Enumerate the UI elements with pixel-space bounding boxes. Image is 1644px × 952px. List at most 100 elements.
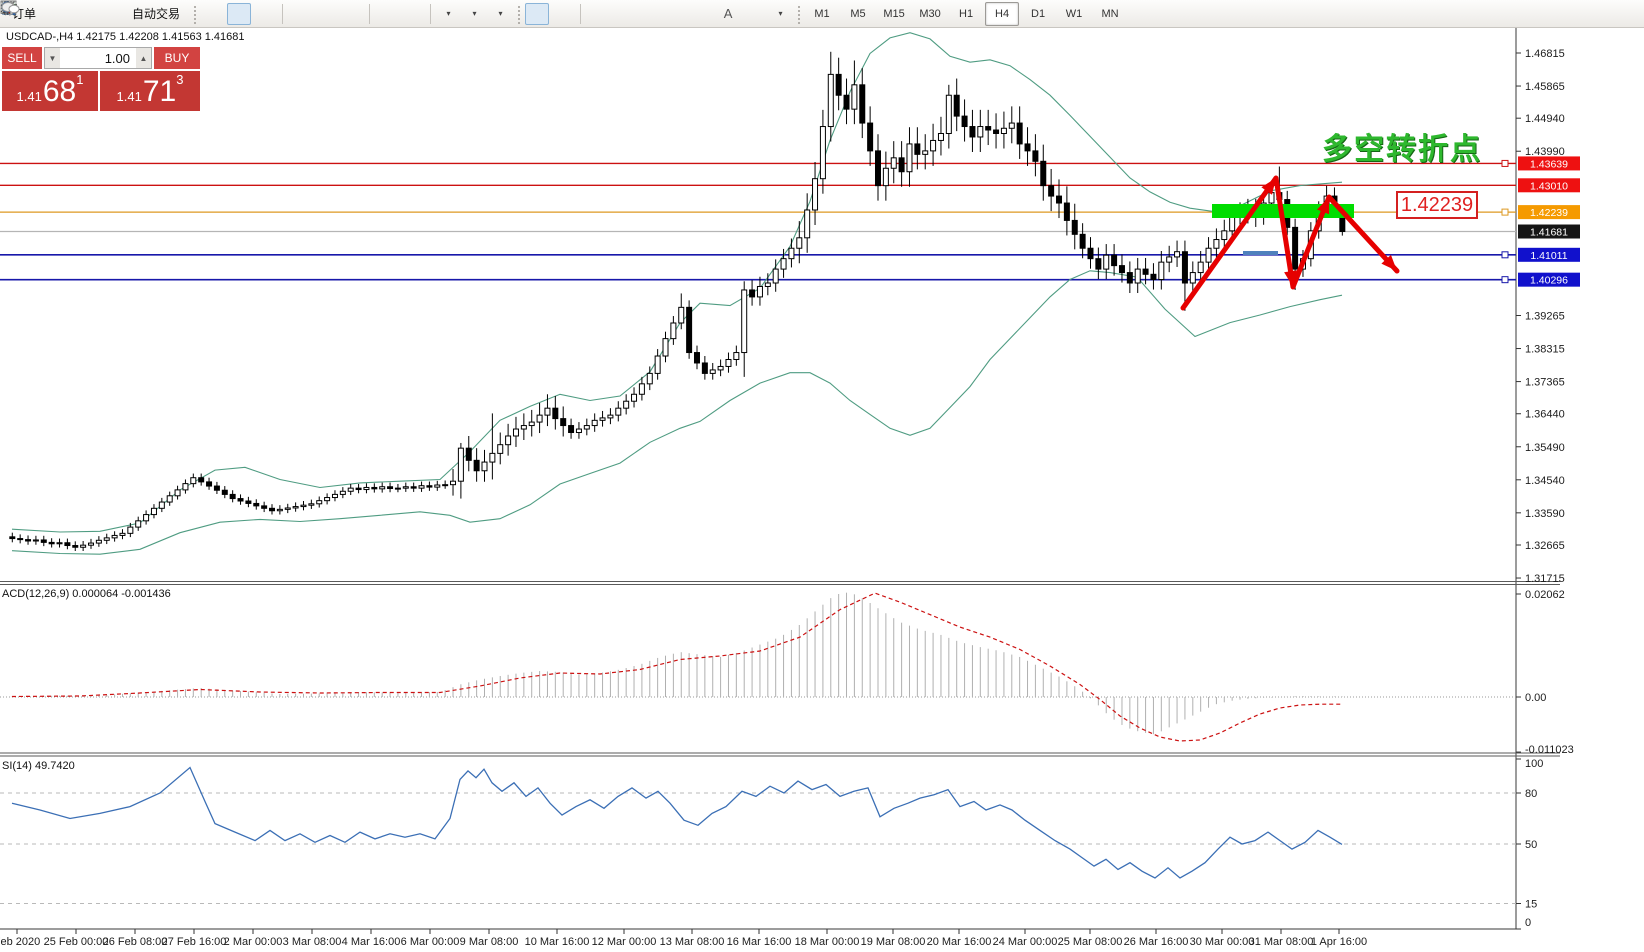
chat-bubbles-icon bbox=[0, 0, 20, 16]
chevron-down-icon: ▾ bbox=[779, 9, 783, 18]
svg-text:1.43990: 1.43990 bbox=[1525, 146, 1565, 158]
svg-text:1.35490: 1.35490 bbox=[1525, 442, 1565, 454]
horizontal-line-tool-button[interactable] bbox=[612, 3, 636, 25]
timeframe-m15[interactable]: M15 bbox=[877, 2, 911, 26]
crosshair-tool-button[interactable] bbox=[551, 3, 575, 25]
line-selection-handle[interactable] bbox=[1502, 277, 1508, 283]
timeframe-m30[interactable]: M30 bbox=[913, 2, 947, 26]
bar-chart-mode-button[interactable] bbox=[201, 3, 225, 25]
timeframe-m1[interactable]: M1 bbox=[805, 2, 839, 26]
line-selection-handle[interactable] bbox=[1502, 160, 1508, 166]
price-axis-badge-text: 1.41011 bbox=[1530, 250, 1567, 262]
svg-text:1.44940: 1.44940 bbox=[1525, 113, 1565, 125]
rsi-axis-tick: 50 bbox=[1525, 839, 1537, 851]
toolbar-separator bbox=[430, 4, 431, 24]
sell-price-main: 68 bbox=[43, 77, 76, 107]
search-button[interactable] bbox=[1590, 3, 1614, 25]
rsi-axis-tick: 15 bbox=[1525, 899, 1537, 911]
svg-text:1.38315: 1.38315 bbox=[1525, 344, 1565, 356]
macd-axis-tick: 0.00 bbox=[1525, 692, 1546, 704]
bollinger-lower-band bbox=[12, 271, 1342, 554]
zoom-in-button[interactable] bbox=[288, 3, 312, 25]
sell-price-display[interactable]: 1.41 68 1 bbox=[2, 71, 98, 111]
chat-button[interactable] bbox=[1616, 3, 1640, 25]
auto-scroll-button[interactable] bbox=[375, 3, 399, 25]
timeframe-d1[interactable]: D1 bbox=[1021, 2, 1055, 26]
price-axis-badge-text: 1.41681 bbox=[1530, 227, 1568, 239]
line-selection-handle[interactable] bbox=[1502, 252, 1508, 258]
autotrading-label: 自动交易 bbox=[128, 5, 184, 22]
arrows-tool-button[interactable]: ▾ bbox=[768, 3, 792, 25]
volume-input[interactable]: 1.00 bbox=[60, 48, 136, 68]
price-level-label[interactable]: 1.42239 bbox=[1396, 191, 1478, 219]
community-button[interactable] bbox=[72, 3, 96, 25]
caret-down-icon: ▼ bbox=[49, 54, 57, 63]
time-axis-label: 18 Mar 00:00 bbox=[795, 936, 860, 948]
rsi-axis-tick: 100 bbox=[1525, 758, 1543, 770]
sell-button[interactable]: SELL bbox=[2, 47, 42, 69]
time-axis-label: 4 Mar 16:00 bbox=[342, 936, 401, 948]
time-axis-label: 9 Mar 08:00 bbox=[460, 936, 519, 948]
new-chart-button[interactable]: ▾ bbox=[436, 3, 460, 25]
candlesticks bbox=[10, 52, 1345, 551]
time-axis-label: 25 Mar 08:00 bbox=[1058, 936, 1123, 948]
symbol-ohlc-line: USDCAD-,H4 1.42175 1.42208 1.41563 1.416… bbox=[6, 31, 245, 43]
caret-up-icon: ▲ bbox=[140, 54, 148, 63]
time-axis[interactable]: Feb 2020 25 Feb 00:0026 Feb 08:0027 Feb 1… bbox=[0, 929, 1367, 948]
period-button[interactable]: ▾ bbox=[462, 3, 486, 25]
zoom-out-button[interactable] bbox=[314, 3, 338, 25]
macd-signal-line bbox=[12, 593, 1342, 741]
time-axis-label: 16 Mar 16:00 bbox=[727, 936, 792, 948]
timeframe-h4[interactable]: H4 bbox=[985, 2, 1019, 26]
signals-button[interactable] bbox=[98, 3, 122, 25]
time-axis-label: 24 Mar 00:00 bbox=[993, 936, 1058, 948]
templates-button[interactable]: ▾ bbox=[488, 3, 512, 25]
timeframe-mn[interactable]: MN bbox=[1093, 2, 1127, 26]
timeframe-m5[interactable]: M5 bbox=[841, 2, 875, 26]
time-axis-label: 27 Feb 16:00 bbox=[162, 936, 227, 948]
turning-point-annotation[interactable]: 多空转折点 bbox=[1322, 124, 1482, 168]
volume-decrease-button[interactable]: ▼ bbox=[45, 48, 60, 68]
timeframe-h1[interactable]: H1 bbox=[949, 2, 983, 26]
macd-indicator-label: ACD(12,26,9) 0.000064 -0.001436 bbox=[2, 588, 171, 600]
time-axis-label: Feb 2020 bbox=[0, 936, 40, 948]
candlestick-mode-button[interactable] bbox=[227, 3, 251, 25]
time-axis-label: 25 Feb 00:00 bbox=[44, 936, 109, 948]
autotrading-button[interactable]: 自动交易 bbox=[124, 3, 188, 25]
time-axis-label: 26 Feb 08:00 bbox=[103, 936, 168, 948]
toolbar-grip bbox=[796, 4, 801, 24]
buy-price-display[interactable]: 1.41 71 3 bbox=[100, 71, 200, 111]
chart-shift-button[interactable] bbox=[401, 3, 425, 25]
text-a-icon: A bbox=[724, 6, 733, 21]
line-chart-mode-button[interactable] bbox=[253, 3, 277, 25]
buy-button[interactable]: BUY bbox=[154, 47, 200, 69]
price-axis-badge-text: 1.43639 bbox=[1530, 158, 1568, 170]
vertical-line-tool-button[interactable] bbox=[586, 3, 610, 25]
buy-price-prefix: 1.41 bbox=[117, 87, 142, 107]
text-tool-button[interactable]: A bbox=[716, 3, 740, 25]
svg-text:1.46815: 1.46815 bbox=[1525, 48, 1565, 60]
svg-text:1.36440: 1.36440 bbox=[1525, 409, 1565, 421]
tile-windows-button[interactable] bbox=[340, 3, 364, 25]
time-axis-label: 1 Apr 16:00 bbox=[1311, 936, 1367, 948]
macd-axis-tick: -0.011023 bbox=[1525, 744, 1574, 756]
channel-tool-button[interactable]: E bbox=[664, 3, 688, 25]
chevron-down-icon: ▾ bbox=[473, 9, 477, 18]
fibonacci-tool-button[interactable]: F bbox=[690, 3, 714, 25]
chevron-down-icon: ▾ bbox=[447, 9, 451, 18]
svg-text:1.37365: 1.37365 bbox=[1525, 377, 1565, 389]
time-axis-label: 6 Mar 00:00 bbox=[401, 936, 460, 948]
timeframe-w1[interactable]: W1 bbox=[1057, 2, 1091, 26]
line-selection-handle[interactable] bbox=[1502, 209, 1508, 215]
cursor-tool-button[interactable] bbox=[525, 3, 549, 25]
rsi-indicator-label: SI(14) 49.7420 bbox=[2, 760, 75, 772]
price-axis-badge-text: 1.43010 bbox=[1530, 180, 1568, 192]
volume-increase-button[interactable]: ▲ bbox=[136, 48, 151, 68]
text-label-tool-button[interactable]: T bbox=[742, 3, 766, 25]
time-axis-label: 19 Mar 08:00 bbox=[861, 936, 926, 948]
macd-histogram bbox=[12, 593, 1342, 735]
time-axis-label: 31 Mar 08:00 bbox=[1249, 936, 1314, 948]
toolbar-grip bbox=[192, 4, 197, 24]
trendline-tool-button[interactable] bbox=[638, 3, 662, 25]
gold-ingot-icon-button[interactable] bbox=[46, 3, 70, 25]
